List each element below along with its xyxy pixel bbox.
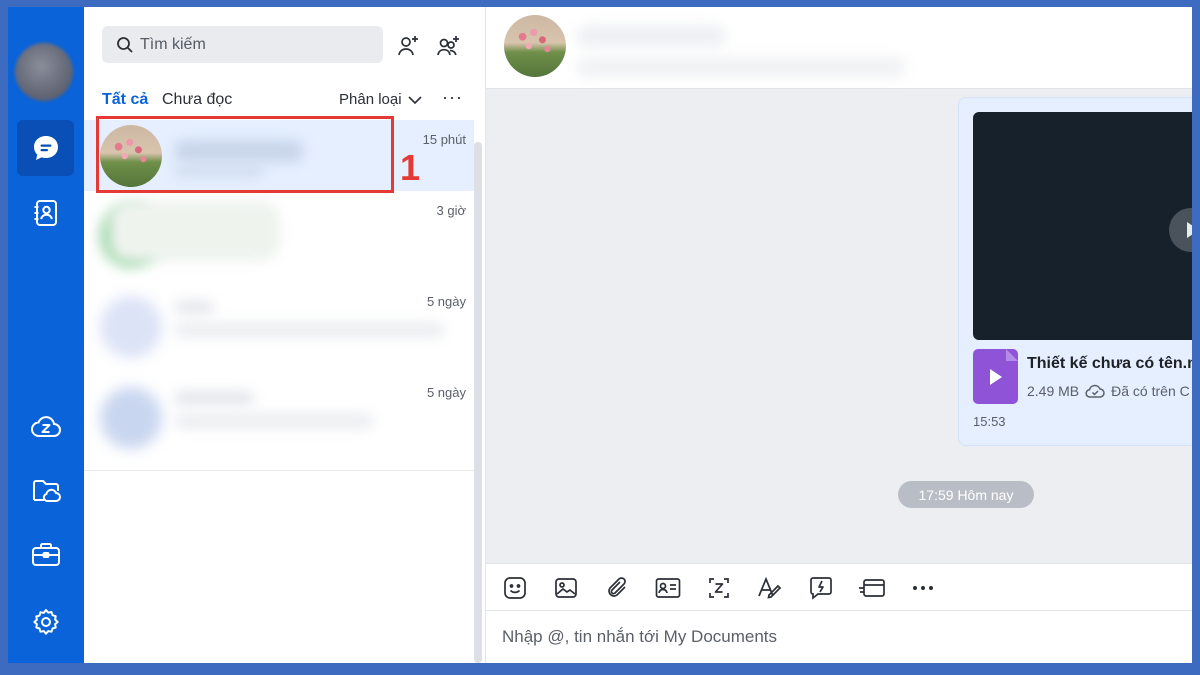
conversation-item[interactable]: 5 ngày (84, 282, 474, 373)
annotation-highlight (96, 116, 394, 193)
contact-card-icon (655, 578, 681, 598)
conversation-name (174, 300, 214, 314)
add-friend-button[interactable] (393, 31, 423, 61)
play-button[interactable] (1169, 208, 1192, 252)
message-time: 15:53 (973, 414, 1006, 429)
format-text-icon (758, 576, 782, 599)
my-cloud-nav-button[interactable] (17, 463, 74, 519)
conversation-panel: Tìm kiếm Tất cả Chưa đọc Phân loại ··· 1… (84, 7, 487, 663)
more-icon (913, 586, 933, 590)
file-name[interactable]: Thiết kế chưa có tên.m (1027, 355, 1192, 373)
card-icon (859, 579, 885, 597)
conversation-preview (174, 322, 444, 338)
contacts-nav-button[interactable] (17, 185, 74, 241)
app-window: Tìm kiếm Tất cả Chưa đọc Phân loại ··· 1… (8, 7, 1192, 663)
conversation-name (174, 391, 254, 405)
composer (486, 611, 1192, 663)
chat-title (576, 25, 726, 47)
classify-label: Phân loại (339, 91, 402, 108)
screenshot-button[interactable] (705, 574, 733, 602)
file-meta: 2.49 MB Đã có trên C (1027, 383, 1190, 399)
contacts-icon (34, 200, 57, 226)
create-group-button[interactable] (433, 31, 463, 61)
conversation-time: 3 giờ (436, 203, 467, 218)
chevron-down-icon (407, 95, 422, 104)
tab-unread[interactable]: Chưa đọc (162, 91, 232, 109)
chat-area: Thiết kế chưa có tên.m 2.49 MB Đã có trê… (486, 7, 1192, 663)
search-input[interactable]: Tìm kiếm (140, 36, 206, 54)
settings-icon (32, 609, 59, 635)
more-tools-button[interactable] (909, 574, 937, 602)
chat-nav-button[interactable] (17, 120, 74, 176)
message-bubble[interactable]: Thiết kế chưa có tên.m 2.49 MB Đã có trê… (958, 97, 1192, 446)
format-text-button[interactable] (756, 574, 784, 602)
conversation-time: 15 phút (422, 132, 466, 147)
cloud-status: Đã có trên C (1111, 383, 1190, 399)
folder-cloud-icon (32, 480, 61, 502)
send-contact-button[interactable] (654, 574, 682, 602)
nav-rail (8, 7, 84, 663)
user-avatar[interactable] (15, 43, 73, 101)
conversation-avatar (100, 296, 162, 358)
quick-message-icon (810, 577, 832, 600)
attach-file-button[interactable] (603, 574, 631, 602)
image-icon (555, 578, 577, 598)
conversation-time: 5 ngày (426, 385, 466, 400)
toolbox-nav-button[interactable] (17, 527, 74, 583)
tab-all[interactable]: Tất cả (102, 91, 148, 109)
video-file-icon (973, 349, 1018, 404)
image-button[interactable] (552, 574, 580, 602)
screenshot-icon (709, 578, 729, 598)
filter-bar: Tất cả Chưa đọc Phân loại ··· (102, 87, 472, 113)
conversation-name (110, 201, 280, 261)
message-input[interactable] (502, 623, 1102, 651)
list-divider (84, 470, 474, 471)
sticker-icon (504, 577, 526, 599)
search-box[interactable]: Tìm kiếm (102, 26, 383, 63)
chat-header (486, 7, 1192, 89)
play-icon (1187, 222, 1192, 238)
more-filters-button[interactable]: ··· (442, 87, 463, 108)
search-icon (117, 36, 133, 53)
add-friend-icon (398, 36, 418, 56)
chat-avatar[interactable] (504, 15, 566, 77)
zcloud-icon (30, 416, 61, 438)
list-scrollbar[interactable] (474, 142, 482, 663)
card-button[interactable] (858, 574, 886, 602)
sticker-button[interactable] (501, 574, 529, 602)
conversation-time: 5 ngày (426, 294, 466, 309)
zcloud-nav-button[interactable] (17, 399, 74, 455)
cloud-check-icon (1085, 384, 1105, 398)
file-size: 2.49 MB (1027, 383, 1080, 399)
composer-toolbar (486, 563, 1192, 611)
chat-icon (33, 136, 58, 160)
date-separator: 17:59 Hôm nay (898, 481, 1034, 508)
attach-icon (608, 577, 626, 597)
quick-message-button[interactable] (807, 574, 835, 602)
classify-dropdown[interactable]: Phân loại (339, 91, 422, 108)
conversation-preview (174, 413, 374, 429)
conversation-avatar (100, 387, 162, 449)
settings-nav-button[interactable] (17, 594, 74, 650)
briefcase-icon (31, 543, 60, 566)
conversation-item[interactable]: 5 ngày (84, 373, 474, 464)
video-preview[interactable] (973, 112, 1192, 340)
annotation-number: 1 (400, 147, 421, 188)
conversation-item[interactable]: 3 giờ (84, 191, 474, 282)
add-group-icon (437, 36, 459, 56)
chat-subtitle (576, 57, 906, 77)
